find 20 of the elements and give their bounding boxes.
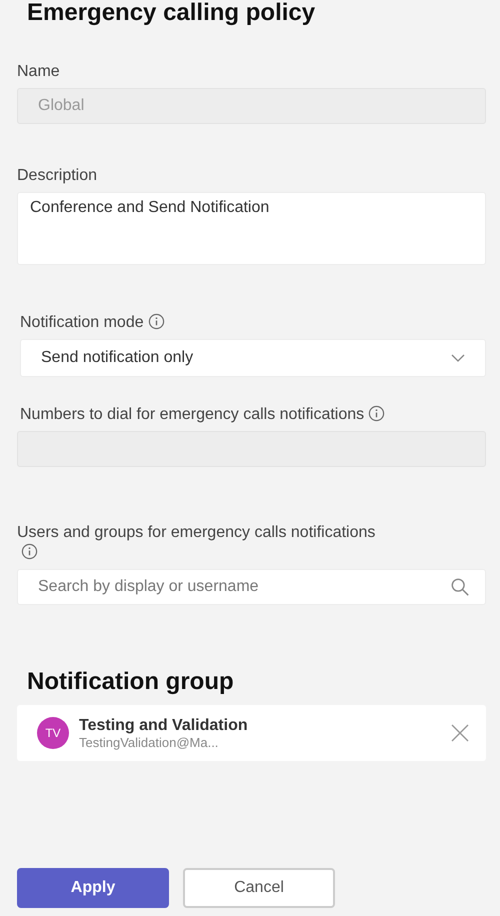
search-field[interactable]: Search by display or username [17, 569, 486, 605]
info-icon[interactable] [148, 313, 165, 330]
field-label: Users and groups for emergency calls notifications [17, 523, 387, 563]
apply-button[interactable]: Apply [17, 868, 169, 908]
avatar: TV [37, 717, 69, 749]
section-heading: Notification group [27, 667, 235, 697]
field-label: Name [17, 62, 61, 82]
page-title: Emergency calling policy [27, 0, 316, 28]
member-email: TestingValidation@Ma... [79, 734, 220, 750]
search-icon[interactable] [450, 577, 470, 597]
text-area[interactable]: Conference and Send Notification [17, 192, 486, 265]
member-name: Testing and Validation [79, 716, 249, 734]
cancel-button[interactable]: Cancel [183, 868, 335, 908]
chevron-down-icon [451, 353, 465, 363]
field-label: Numbers to dial for emergency calls notifications [17, 405, 390, 425]
field-label: Notification mode [17, 313, 390, 333]
field-label: Description [17, 166, 98, 186]
notification-mode-dropdown[interactable]: Send notification only [20, 339, 486, 377]
close-icon[interactable] [450, 723, 470, 743]
info-icon[interactable] [21, 543, 38, 560]
